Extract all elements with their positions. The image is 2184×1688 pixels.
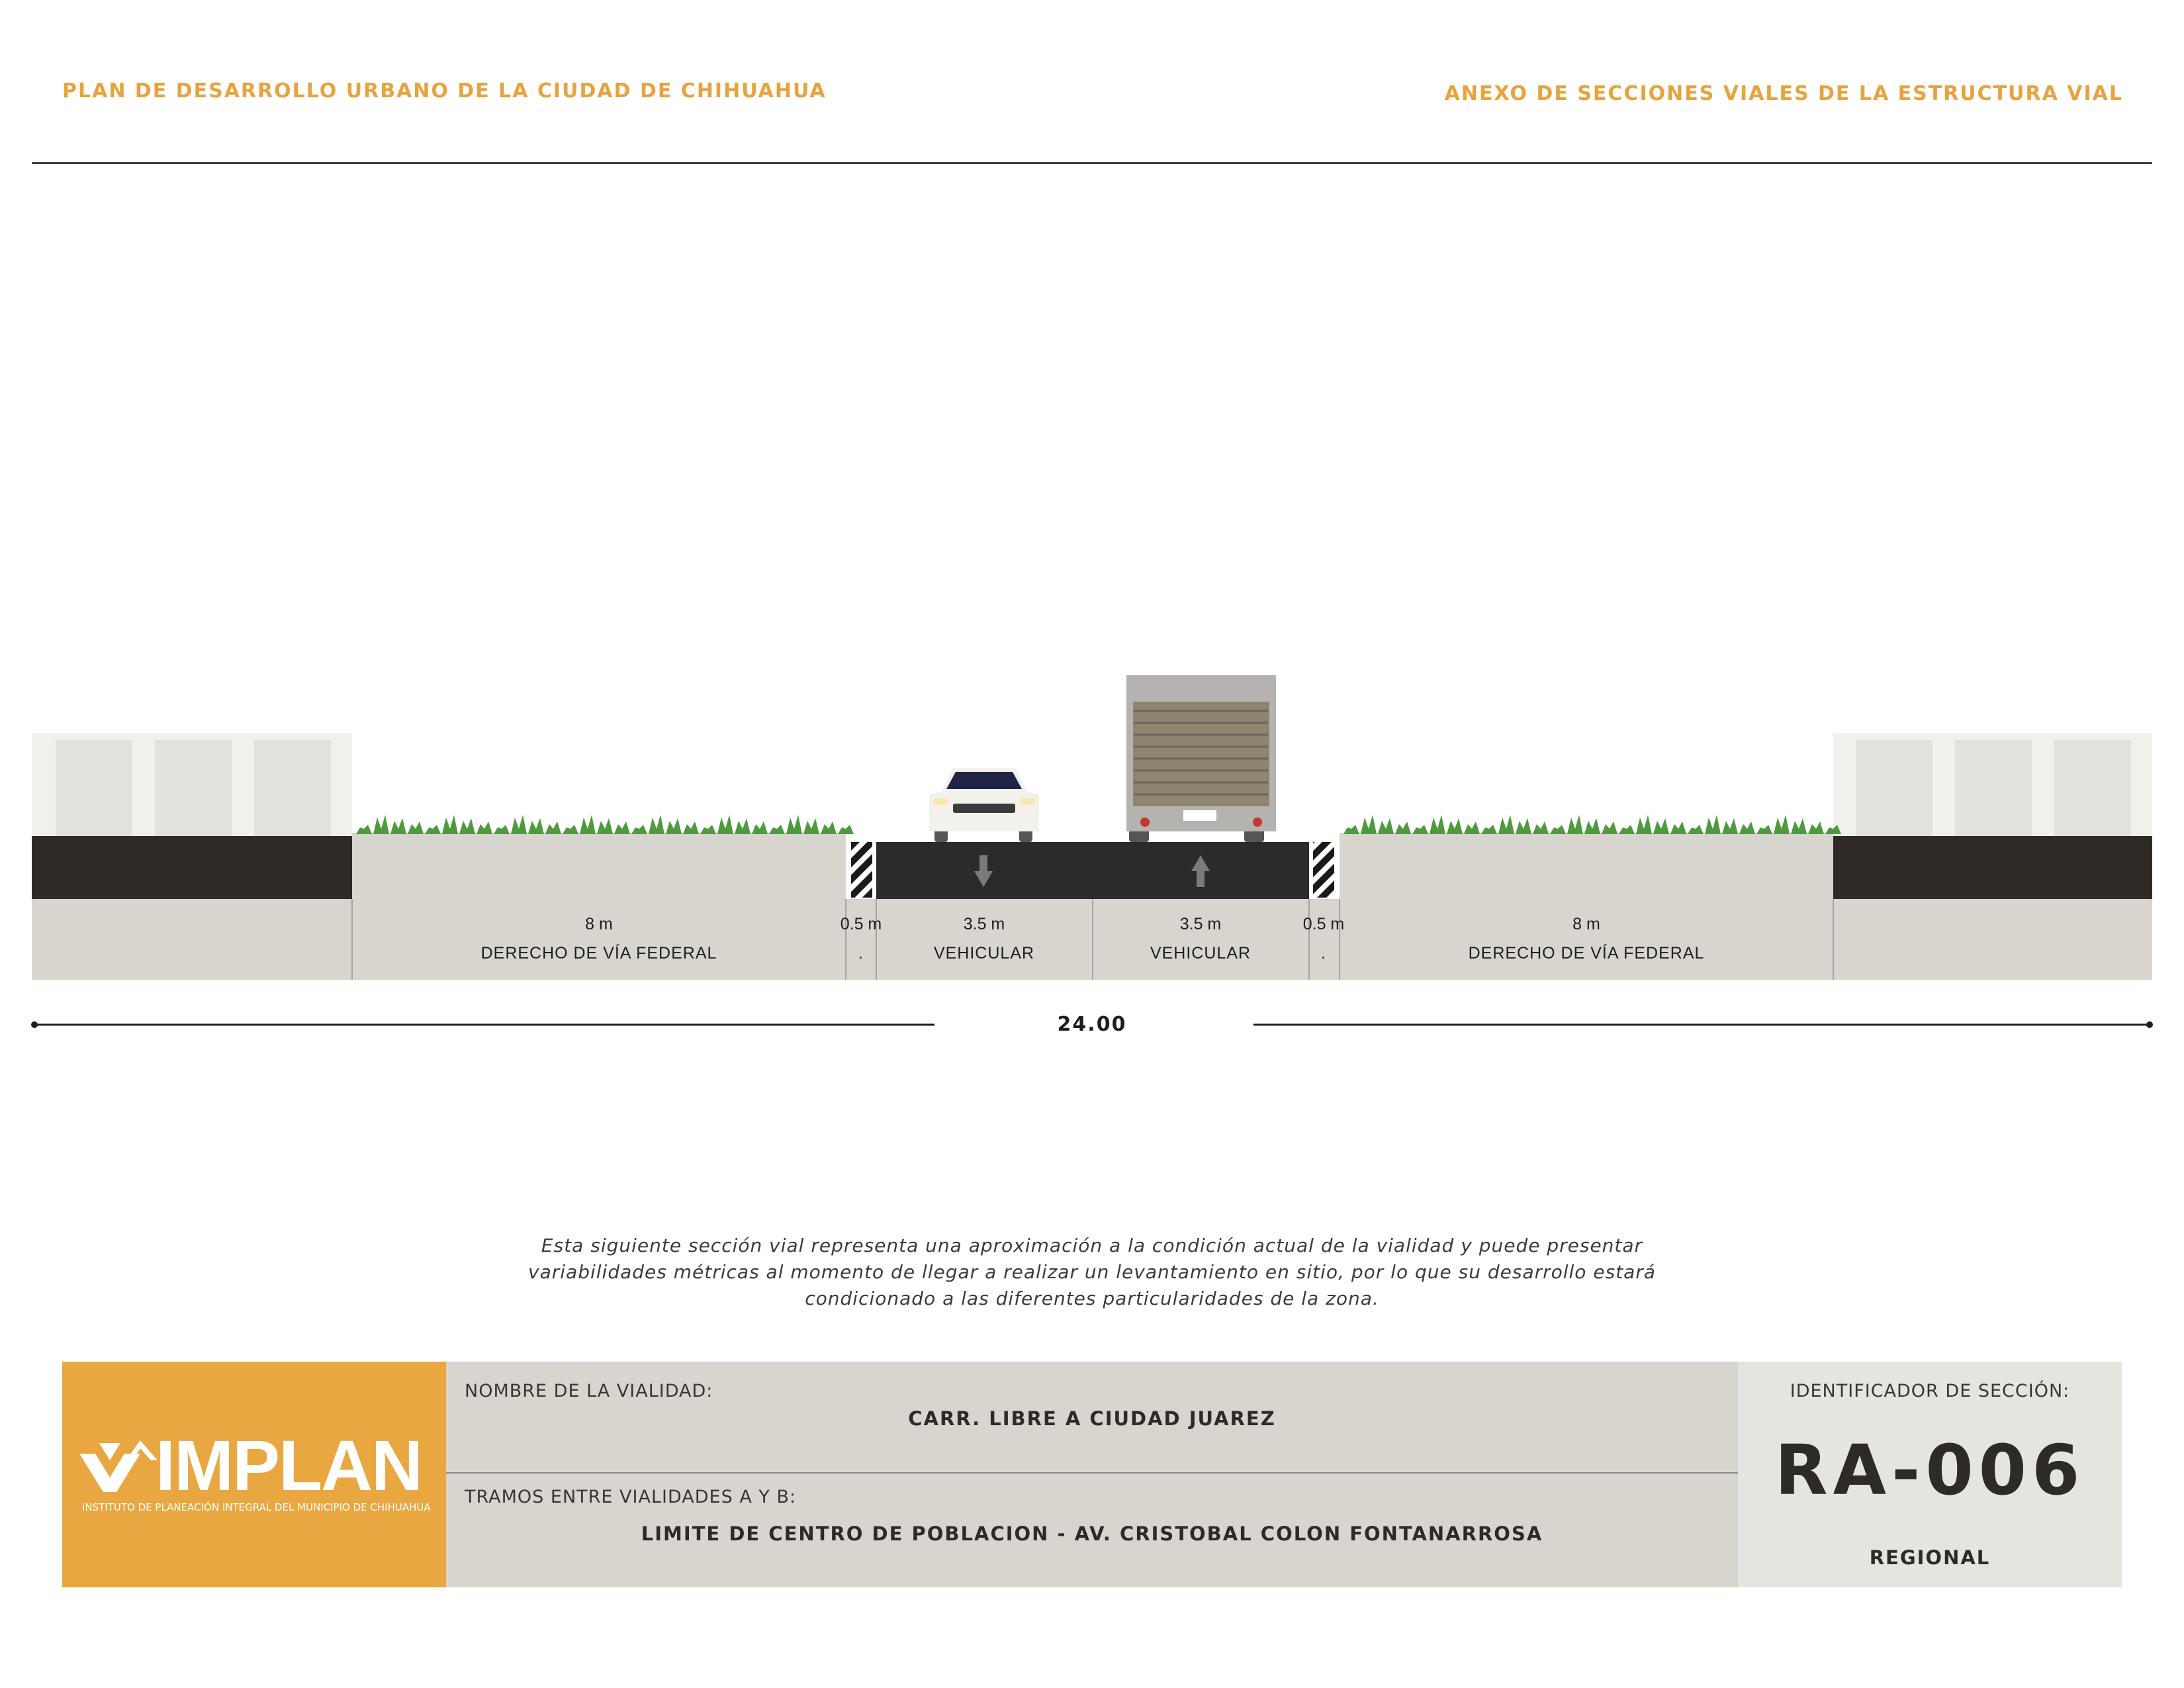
vegetation-tuft [545, 821, 561, 834]
vegetation-tuft [1808, 821, 1824, 834]
vegetation-tuft [1378, 818, 1394, 834]
vegetation-tuft [1481, 825, 1497, 834]
vegetation-tuft [1653, 818, 1669, 834]
road-info-divider [446, 1472, 1738, 1474]
section-id-code: RA-006 [1774, 1430, 2085, 1511]
segment-name-2: . [858, 944, 864, 962]
vegetation-tuft [1464, 821, 1480, 834]
vegetation-tuft [1739, 821, 1755, 834]
vegetation-tuft [821, 821, 837, 834]
vegetation-tuft [1447, 818, 1463, 834]
vegetation-tuft [1361, 815, 1377, 834]
vegetation-tuft [700, 825, 716, 834]
vegetation-tuft [1395, 821, 1411, 834]
vegetation-tuft [1636, 815, 1652, 834]
vegetation-tuft [528, 818, 544, 834]
vegetation-tuft [511, 815, 527, 834]
section-id-label: IDENTIFICADOR DE SECCIÓN: [1790, 1381, 2070, 1401]
stretch-value: LIMITE DE CENTRO DE POBLACION - AV. CRIS… [641, 1523, 1543, 1545]
segment-name-5: . [1321, 944, 1326, 962]
vegetation-tuft [1498, 815, 1514, 834]
segment-width-4: 3.5 m [1180, 915, 1222, 933]
vegetation-tuft [597, 818, 613, 834]
stretch-label: TRAMOS ENTRE VIALIDADES A Y B: [465, 1487, 797, 1507]
vegetation-tuft [1774, 815, 1790, 834]
segment-width-1: 8 m [585, 915, 613, 933]
vegetation-tuft [735, 818, 751, 834]
vegetation-tuft [752, 821, 768, 834]
vegetation-tuft [408, 821, 424, 834]
road-name-value: CARR. LIBRE A CIUDAD JUAREZ [908, 1407, 1276, 1430]
vegetation-tuft [494, 825, 510, 834]
vegetation-tuft [1343, 825, 1359, 834]
segment-width-6: 8 m [1572, 915, 1600, 933]
right-boundary-wall [1833, 733, 2152, 980]
vegetation-tuft [649, 815, 664, 834]
vegetation-tuft [1705, 815, 1721, 834]
vegetation-tuft [1602, 821, 1617, 834]
left-boundary-wall [32, 733, 352, 980]
segment-name-4: VEHICULAR [1150, 944, 1251, 962]
vegetation-tuft [1516, 818, 1531, 834]
vegetation-tuft [666, 818, 682, 834]
right-shoulder-ground [1309, 899, 1340, 980]
vegetation-tuft [1567, 815, 1583, 834]
logo-subtitle: INSTITUTO DE PLANEACIÓN INTEGRAL DEL MUN… [82, 1501, 431, 1513]
vegetation-tuft [1688, 825, 1704, 834]
total-width-label: 24.00 [1057, 1013, 1127, 1036]
logo-wordmark: IMPLAN [156, 1425, 423, 1505]
vegetation-tuft [1550, 825, 1566, 834]
road-classification: REGIONAL [1869, 1546, 1991, 1569]
disclaimer-note: Esta siguiente sección vial representa u… [528, 1235, 1656, 1309]
vegetation-tuft [580, 815, 596, 834]
vegetation-tuft [1412, 825, 1428, 834]
segment-name-6: DERECHO DE VÍA FEDERAL [1469, 943, 1705, 962]
vegetation-tuft [459, 818, 475, 834]
truck-icon [1126, 675, 1276, 842]
vegetation-tuft [769, 825, 785, 834]
right-vegetation [1343, 815, 1841, 834]
vegetation-tuft [1533, 821, 1549, 834]
road-name-label: NOMBRE DE LA VIALIDAD: [465, 1381, 713, 1401]
vegetation-tuft [1722, 818, 1738, 834]
vegetation-tuft [1756, 825, 1772, 834]
segment-width-2: 0.5 m [841, 915, 882, 933]
vegetation-tuft [563, 825, 578, 834]
car-icon [929, 768, 1039, 842]
segment-name-1: DERECHO DE VÍA FEDERAL [481, 943, 717, 962]
vegetation-tuft [631, 825, 647, 834]
vegetation-tuft [477, 821, 492, 834]
roadway-asphalt [876, 842, 1309, 899]
vegetation-tuft [1619, 825, 1635, 834]
vegetation-tuft [442, 815, 458, 834]
vegetation-tuft [803, 818, 819, 834]
segment-name-3: VEHICULAR [934, 944, 1034, 962]
vegetation-tuft [425, 825, 441, 834]
vegetation-tuft [614, 821, 630, 834]
vegetation-tuft [373, 815, 389, 834]
implan-logo-mark [79, 1440, 158, 1492]
vegetation-tuft [356, 825, 372, 834]
vegetation-tuft [1430, 815, 1445, 834]
left-shoulder-ground [846, 899, 876, 980]
vegetation-tuft [1670, 821, 1686, 834]
vegetation-tuft [838, 825, 854, 834]
vegetation-tuft [390, 818, 406, 834]
left-shoulder-barrier [851, 842, 872, 898]
left-vegetation [356, 815, 854, 834]
segment-width-5: 0.5 m [1303, 915, 1345, 933]
road-cross-section: 8 m DERECHO DE VÍA FEDERAL 0.5 m . 3.5 m… [31, 675, 2153, 1028]
vegetation-tuft [786, 815, 802, 834]
vegetation-tuft [1791, 818, 1807, 834]
vegetation-tuft [1584, 818, 1600, 834]
vegetation-tuft [683, 821, 699, 834]
segment-width-3: 3.5 m [964, 915, 1005, 933]
right-shoulder-barrier [1313, 842, 1334, 898]
vegetation-tuft [717, 815, 733, 834]
